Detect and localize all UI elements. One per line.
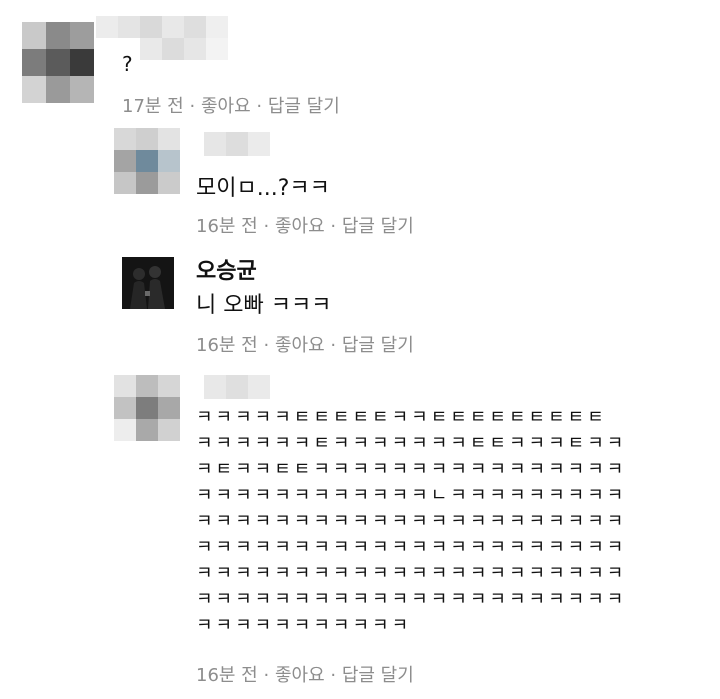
like-link[interactable]: 좋아요 (275, 665, 325, 686)
like-link[interactable]: 좋아요 (275, 216, 325, 237)
text-line: ㅋㅋㅋㅋㅋㅋㅋㅋㅋㅋㅋㅋㅋㅋㅋㅋㅋㅋㅋㅋㅋㅋ (196, 511, 627, 532)
meta-separator: · (263, 335, 270, 356)
blurred-author-name[interactable] (204, 375, 270, 399)
comment-meta: 17분 전 · 좋아요 · 답글 달기 (122, 92, 340, 118)
reply-meta: 16분 전 · 좋아요 · 답글 달기 (196, 331, 414, 357)
meta-separator: · (330, 665, 337, 686)
reply-text: 모이ㅁ...?ㅋㅋ (196, 176, 330, 201)
reply-meta: 16분 전 · 좋아요 · 답글 달기 (196, 212, 414, 238)
text-line: ㅋㅋㅋㅋㅋㅋㅋㅋㅋㅋㅋㅋㄴㅋㅋㅋㅋㅋㅋㅋㅋㅋ (196, 485, 627, 506)
text-line: ㅋㅋㅋㅋㅋㅋㅋㅋㅋㅋㅋㅋㅋㅋㅋㅋㅋㅋㅋㅋㅋㅋ (196, 563, 627, 584)
comment-1: ? 17분 전 · 좋아요 · 답글 달기 (0, 0, 720, 120)
like-link[interactable]: 좋아요 (201, 96, 251, 117)
text-line: ㅋㅋㅋㅋㅋㅋㅋㅋㅋㅋㅋㅋㅋㅋㅋㅋㅋㅋㅋㅋㅋㅋ (196, 537, 627, 558)
reply-text: ㅋㅋㅋㅋㅋㅌㅌㅌㅌㅌㅋㅋㅌㅌㅌㅌㅌㅌㅌㅌㅌ ㅋㅋㅋㅋㅋㅋㅌㅋㅋㅋㅋㅋㅋㅋㅌㅌㅋㅋ… (196, 405, 626, 639)
avatar-photo (130, 266, 165, 309)
reply-link[interactable]: 답글 달기 (342, 665, 414, 686)
text-line: ㅋㅋㅋㅋㅋㅌㅌㅌㅌㅌㅋㅋㅌㅌㅌㅌㅌㅌㅌㅌㅌ (196, 407, 607, 428)
reply-link[interactable]: 답글 달기 (268, 96, 340, 117)
meta-separator: · (256, 96, 263, 117)
meta-separator: · (330, 335, 337, 356)
reply-3: ㅋㅋㅋㅋㅋㅌㅌㅌㅌㅌㅋㅋㅌㅌㅌㅌㅌㅌㅌㅌㅌ ㅋㅋㅋㅋㅋㅋㅌㅋㅋㅋㅋㅋㅋㅋㅌㅌㅋㅋ… (0, 365, 720, 699)
timestamp: 17분 전 (122, 96, 184, 117)
like-link[interactable]: 좋아요 (275, 335, 325, 356)
reply-1: 모이ㅁ...?ㅋㅋ 16분 전 · 좋아요 · 답글 달기 (0, 120, 720, 245)
blurred-avatar[interactable] (22, 22, 94, 103)
timestamp: 16분 전 (196, 216, 258, 237)
meta-separator: · (189, 96, 196, 117)
blurred-avatar[interactable] (114, 375, 180, 441)
reply-meta: 16분 전 · 좋아요 · 답글 달기 (196, 661, 414, 687)
meta-separator: · (263, 665, 270, 686)
avatar[interactable] (122, 257, 174, 309)
blurred-author-name[interactable] (204, 132, 270, 156)
timestamp: 16분 전 (196, 335, 258, 356)
timestamp: 16분 전 (196, 665, 258, 686)
blurred-author-name[interactable] (96, 16, 228, 60)
blurred-avatar[interactable] (114, 128, 180, 194)
reply-link[interactable]: 답글 달기 (342, 335, 414, 356)
text-line: ㅋㅋㅋㅋㅋㅋㅋㅋㅋㅋㅋ (196, 615, 412, 636)
meta-separator: · (330, 216, 337, 237)
reply-link[interactable]: 답글 달기 (342, 216, 414, 237)
meta-separator: · (263, 216, 270, 237)
text-line: ㅋㅌㅋㅋㅌㅌㅋㅋㅋㅋㅋㅋㅋㅋㅋㅋㅋㅋㅋㅋㅋㅋ (196, 459, 627, 480)
comment-text: ? (122, 52, 133, 76)
text-line: ㅋㅋㅋㅋㅋㅋㅋㅋㅋㅋㅋㅋㅋㅋㅋㅋㅋㅋㅋㅋㅋㅋ (196, 589, 627, 610)
text-line: ㅋㅋㅋㅋㅋㅋㅌㅋㅋㅋㅋㅋㅋㅋㅌㅌㅋㅋㅋㅌㅋㅋ (196, 433, 627, 454)
reply-text: 니 오빠 ㅋㅋㅋ (196, 293, 332, 318)
author-name[interactable]: 오승균 (196, 253, 257, 285)
reply-2: 오승균 니 오빠 ㅋㅋㅋ 16분 전 · 좋아요 · 답글 달기 (0, 245, 720, 365)
